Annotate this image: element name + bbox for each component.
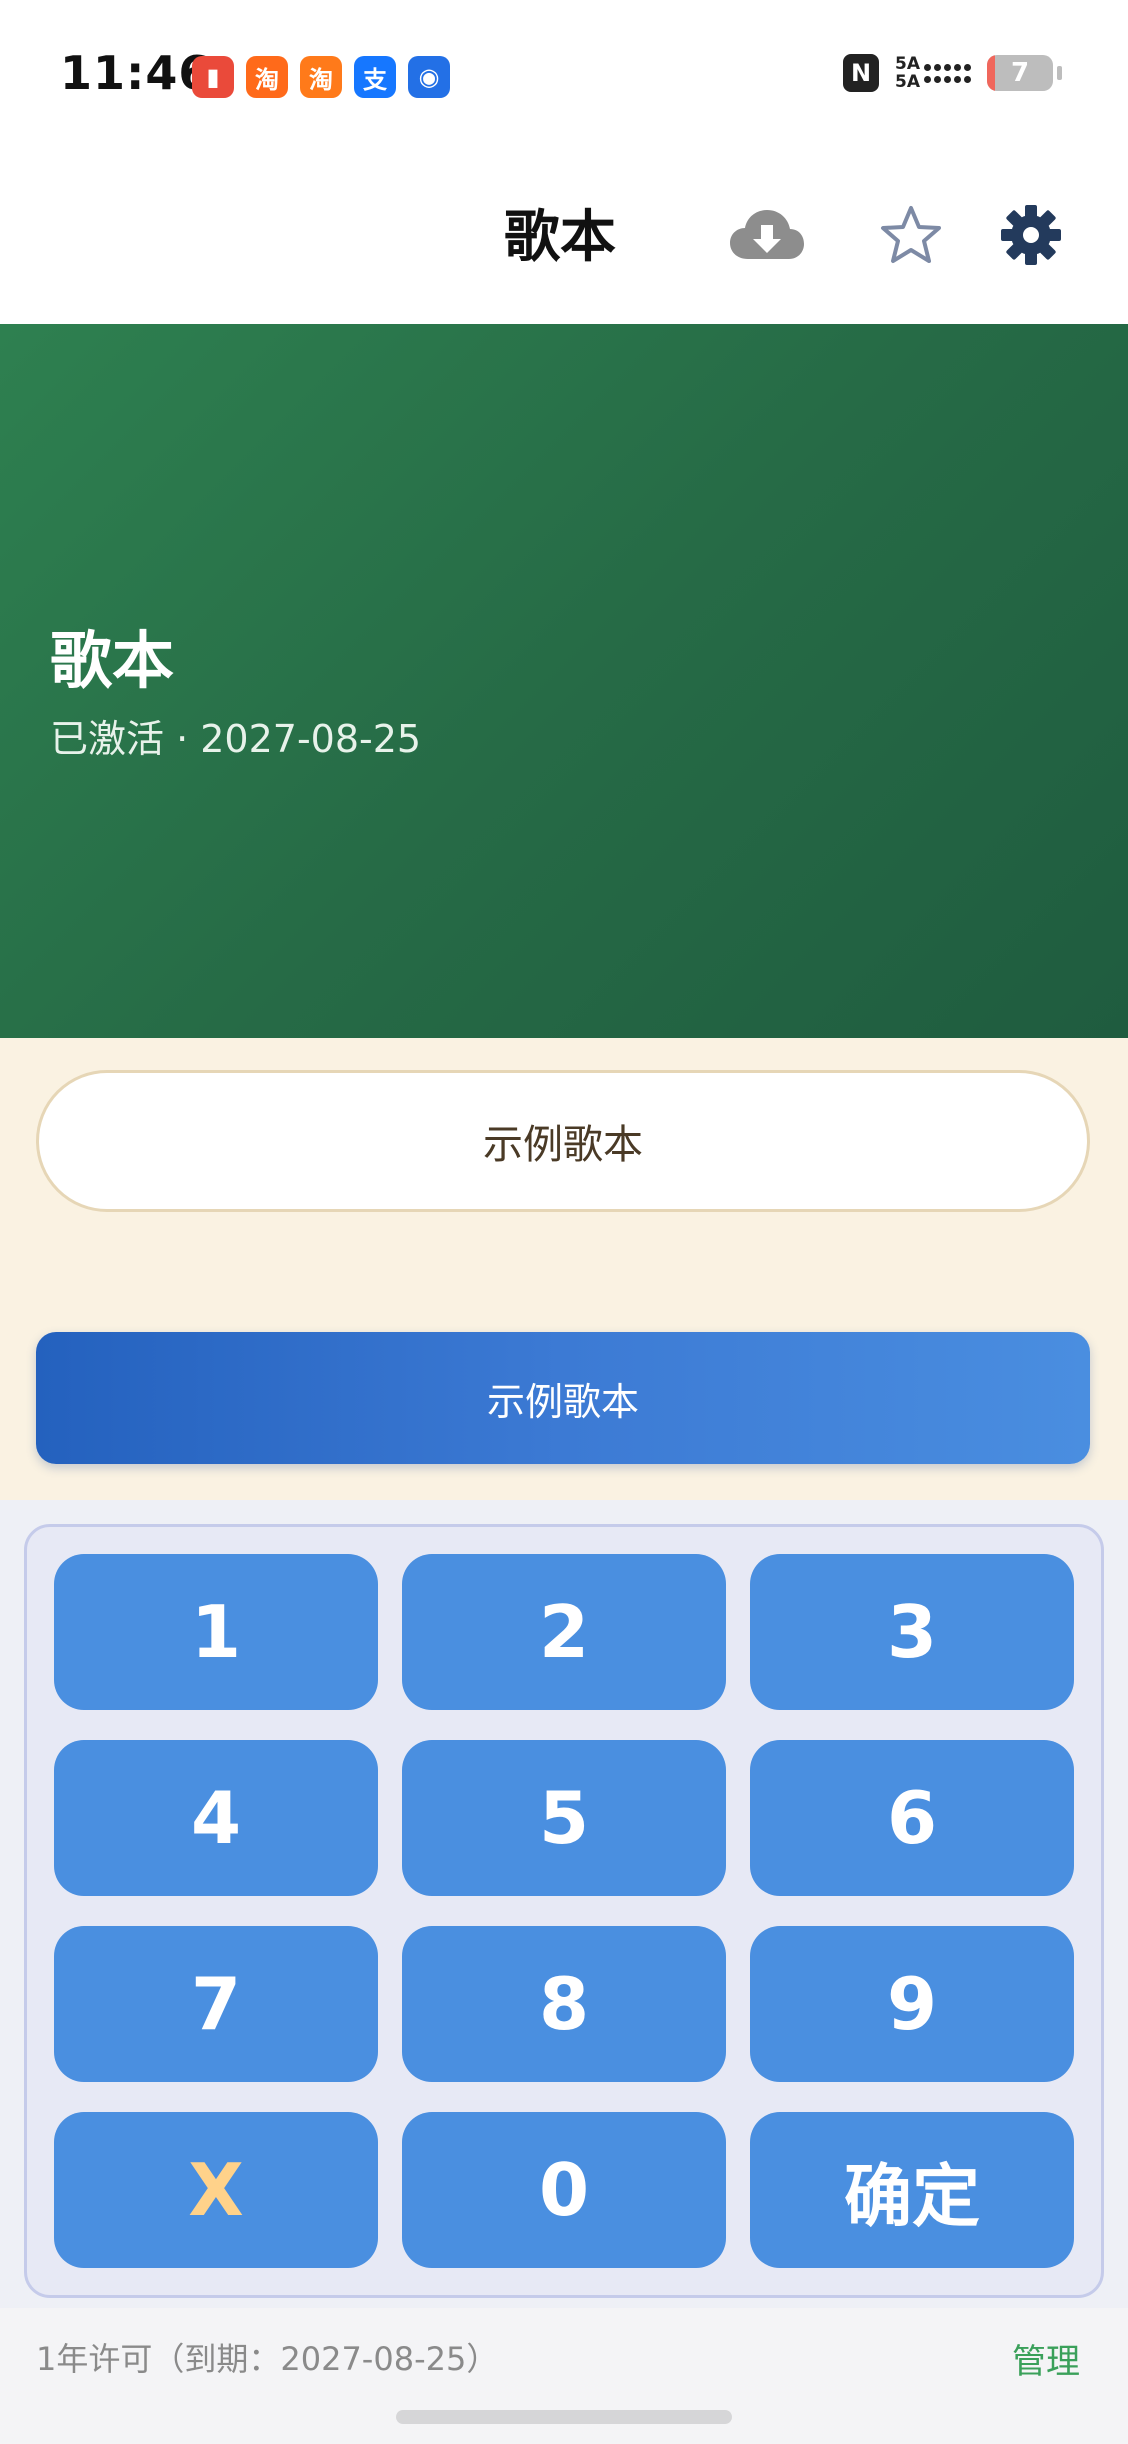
page-title: 歌本 [504,205,616,270]
key-2[interactable]: 2 [402,1554,726,1710]
bulb-app-icon: ◉ [408,56,450,98]
key-confirm[interactable]: 确定 [750,2112,1074,2268]
key-7[interactable]: 7 [54,1926,378,2082]
key-clear[interactable]: X [54,2112,378,2268]
taobao-deals-icon: 淘 [300,56,342,98]
songbook-button[interactable]: 示例歌本 [36,1332,1090,1464]
key-8[interactable]: 8 [402,1926,726,2082]
numeric-keypad: 1 2 3 4 5 6 7 8 9 X 0 确定 [24,1524,1104,2298]
license-info: 1年许可（到期：2027-08-25） [36,2340,499,2378]
signal-label-1: 5A [895,54,920,74]
record-app-icon: ▮ [192,56,234,98]
songbook-select-pill[interactable]: 示例歌本 [36,1070,1090,1212]
keypad-area: 1 2 3 4 5 6 7 8 9 X 0 确定 [0,1500,1128,2308]
hero-title: 歌本 [50,624,175,697]
signal-icon: 5A 5A [895,55,971,91]
status-time: 11:46 [60,46,212,100]
app-bar: 歌本 [0,150,1128,324]
alipay-icon: 支 [354,56,396,98]
gear-icon [1001,205,1061,265]
settings-button[interactable] [986,190,1076,280]
key-3[interactable]: 3 [750,1554,1074,1710]
key-9[interactable]: 9 [750,1926,1074,2082]
key-4[interactable]: 4 [54,1740,378,1896]
battery-level: 7 [1010,58,1030,88]
songbook-selector-section: 示例歌本 示例歌本 [0,1038,1128,1500]
home-indicator[interactable] [396,2410,732,2424]
taobao-icon: 淘 [246,56,288,98]
key-5[interactable]: 5 [402,1740,726,1896]
status-bar: 11:46 ▮ 淘 淘 支 ◉ N 5A 5A 7 [0,0,1128,150]
manage-link[interactable]: 管理 [1012,2334,1080,2383]
status-indicators: N 5A 5A 7 [843,54,1062,92]
battery-icon: 7 [987,55,1053,91]
footer: 1年许可（到期：2027-08-25） 管理 [0,2308,1128,2444]
nfc-icon: N [843,54,879,92]
key-1[interactable]: 1 [54,1554,378,1710]
favorite-button[interactable] [866,190,956,280]
cloud-download-icon [730,210,804,259]
star-icon [881,206,941,263]
screen: 11:46 ▮ 淘 淘 支 ◉ N 5A 5A 7 歌本 歌本 已激活 · 20… [0,0,1128,2444]
key-6[interactable]: 6 [750,1740,1074,1896]
cloud-download-button[interactable] [722,190,812,280]
activation-status: 已激活 · 2027-08-25 [50,717,422,761]
key-0[interactable]: 0 [402,2112,726,2268]
signal-label-2: 5A [895,72,920,92]
hero-banner: 歌本 已激活 · 2027-08-25 [0,324,1128,1038]
